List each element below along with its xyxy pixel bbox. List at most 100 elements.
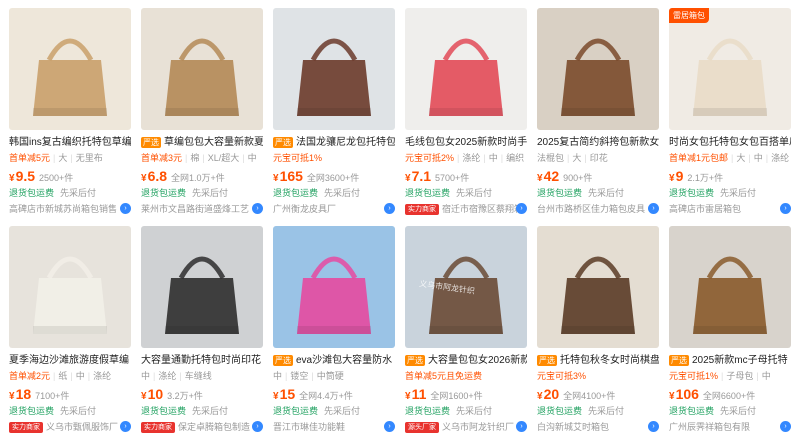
shop-name[interactable]: 台州市路桥区佳力箱包皮具 ›	[537, 203, 659, 215]
chevron-right-icon[interactable]: ›	[516, 421, 527, 432]
product-card[interactable]: 夏季海边沙滩旅游度假草编 首单减2元 | 纸 | 中 | 涤纶 ¥18 7100+件 退货包…	[9, 226, 131, 433]
sold-count: 全网4100+件	[563, 391, 616, 401]
chevron-right-icon[interactable]: ›	[252, 203, 263, 214]
chevron-right-icon[interactable]: ›	[120, 203, 131, 214]
product-attributes: 中 | 镂空 | 中筒硬	[273, 370, 395, 382]
product-card[interactable]: 严选 eva沙滩包大容量防水 中 | 镂空 | 中筒硬 ¥15 全网4.4万+件 退货包…	[273, 226, 395, 433]
product-image[interactable]	[141, 226, 263, 348]
pay-later-tag: 先采后付	[60, 406, 97, 416]
price: ¥9.5	[9, 168, 36, 184]
price: ¥10	[141, 386, 164, 402]
product-image[interactable]	[273, 226, 395, 348]
product-image[interactable]	[9, 226, 131, 348]
attribute: 涤纶	[93, 371, 112, 381]
product-image[interactable]	[9, 8, 131, 130]
product-image[interactable]	[141, 8, 263, 130]
price: ¥15	[273, 386, 296, 402]
product-title[interactable]: 严选 eva沙滩包大容量防水	[273, 354, 395, 367]
product-card[interactable]: 大容量通勤托特包时尚印花 中 | 涤纶 | 车缝线 ¥10 3.2万+件 退货包运费 先…	[141, 226, 263, 433]
price: ¥106	[669, 386, 699, 402]
product-card[interactable]: 严选 2025新款mc子母托特 元宝可抵1% | 子母包 | 中 ¥106 全网6600…	[669, 226, 791, 433]
attribute: 无里布	[75, 153, 103, 163]
divider: |	[179, 371, 182, 381]
pay-later-tag: 先采后付	[588, 188, 625, 198]
product-card[interactable]: 严选 法国龙骧尼龙包托特包 元宝可抵1% ¥165 全网3600+件 退货包运费…	[273, 8, 395, 215]
product-title[interactable]: 严选 法国龙骧尼龙包托特包	[273, 136, 395, 149]
divider: |	[242, 153, 245, 163]
product-title[interactable]: 严选 托特包秋冬女时尚棋盘	[537, 354, 659, 367]
product-card[interactable]: 毛线包包女2025新款时尚手 元宝可抵2% | 涤纶 | 中 | 编织 ¥7.1 5700+…	[405, 8, 527, 215]
product-image[interactable]: 义乌市阿龙针织	[405, 226, 527, 348]
sold-count: 全网6600+件	[702, 391, 756, 401]
product-title[interactable]: 大容量通勤托特包时尚印花	[141, 354, 263, 367]
sold-count: 900+件	[563, 173, 593, 183]
product-title[interactable]: 严选 大容量包包女2026新款	[405, 354, 527, 367]
product-title[interactable]: 毛线包包女2025新款时尚手	[405, 136, 527, 149]
return-shipping-tag: 退货包运费	[9, 406, 55, 416]
chevron-right-icon[interactable]: ›	[252, 421, 263, 432]
product-title-text: 大容量包包女2026新款	[428, 355, 527, 366]
attribute: 首单减3元	[141, 153, 183, 163]
shop-name[interactable]: 广州衡龙皮具厂 ›	[273, 203, 395, 215]
product-card[interactable]: 严选 托特包秋冬女时尚棋盘 元宝可抵3% ¥20 全网4100+件 退货包运费 …	[537, 226, 659, 433]
attribute: 大	[58, 153, 68, 163]
product-card[interactable]: 义乌市阿龙针织 严选 大容量包包女2026新款 首单减5元且免运费 ¥11 全网…	[405, 226, 527, 433]
attribute: 中	[273, 371, 283, 381]
shop-name[interactable]: 晋江市琳佳功能鞋 ›	[273, 421, 395, 433]
shop-name[interactable]: 高碑店市雷居箱包 ›	[669, 203, 791, 215]
chevron-right-icon[interactable]: ›	[384, 203, 395, 214]
product-card[interactable]: 严选 草编包包大容量新款夏 首单减3元 | 棉 | XL/超大 | 中 ¥6.8 全网1.0…	[141, 8, 263, 215]
product-title[interactable]: 严选 草编包包大容量新款夏	[141, 136, 263, 149]
product-image[interactable]: 雷居箱包	[669, 8, 791, 130]
product-title[interactable]: 严选 2025新款mc子母托特	[669, 354, 791, 367]
product-image[interactable]	[405, 8, 527, 130]
product-title[interactable]: 韩国ins复古编织托特包草编	[9, 136, 131, 149]
merchant-tag: 实力商家	[405, 203, 439, 215]
return-shipping-tag: 退货包运费	[141, 406, 187, 416]
select-badge: 严选	[405, 355, 425, 366]
shop-text: 义乌市阿龙针织厂	[442, 422, 515, 432]
shop-name[interactable]: 莱州市文昌路街道盛烽工艺 ›	[141, 203, 263, 215]
product-attributes: 首单减2元 | 纸 | 中 | 涤纶	[9, 370, 131, 382]
product-title[interactable]: 时尚女包托特包女包百搭单肩	[669, 136, 791, 149]
shop-name[interactable]: 白沟新城艾时箱包 ›	[537, 421, 659, 433]
shop-name[interactable]: 实力商家 保定卓腾箱包制造 ›	[141, 421, 263, 433]
return-shipping-tag: 退货包运费	[9, 188, 55, 198]
service-tags: 退货包运费 先采后付	[537, 187, 659, 199]
shop-name[interactable]: 高碑店市新城苏尚箱包销售 ›	[9, 203, 131, 215]
price-row: ¥9.5 2500+件	[9, 168, 131, 184]
product-image[interactable]	[669, 226, 791, 348]
chevron-right-icon[interactable]: ›	[648, 203, 659, 214]
product-image[interactable]	[273, 8, 395, 130]
product-image[interactable]	[537, 8, 659, 130]
chevron-right-icon[interactable]: ›	[516, 203, 527, 214]
return-shipping-tag: 退货包运费	[141, 188, 187, 198]
price: ¥20	[537, 386, 560, 402]
chevron-right-icon[interactable]: ›	[648, 421, 659, 432]
shop-name[interactable]: 源头厂家 义乌市阿龙针织厂 ›	[405, 421, 527, 433]
chevron-right-icon[interactable]: ›	[780, 421, 791, 432]
divider: |	[567, 153, 570, 163]
product-attributes: 中 | 涤纶 | 车缝线	[141, 370, 263, 382]
shop-name[interactable]: 实力商家 宿迁市宿豫区蔡翔箱 ›	[405, 203, 527, 215]
product-title[interactable]: 2025复古简约斜挎包新款女	[537, 136, 659, 149]
service-tags: 退货包运费 先采后付	[669, 405, 791, 417]
chevron-right-icon[interactable]: ›	[120, 421, 131, 432]
attribute: 涤纶	[462, 153, 481, 163]
product-card[interactable]: 韩国ins复古编织托特包草编 首单减5元 | 大 | 无里布 ¥9.5 2500+件 退…	[9, 8, 131, 215]
return-shipping-tag: 退货包运费	[273, 188, 319, 198]
product-title[interactable]: 夏季海边沙滩旅游度假草编	[9, 354, 131, 367]
price: ¥6.8	[141, 168, 168, 184]
shop-name[interactable]: 广州辰霁祥箱包有限 ›	[669, 421, 791, 433]
product-image[interactable]	[537, 226, 659, 348]
chevron-right-icon[interactable]: ›	[780, 203, 791, 214]
chevron-right-icon[interactable]: ›	[384, 421, 395, 432]
product-card[interactable]: 2025复古简约斜挎包新款女 法棍包 | 大 | 印花 ¥42 900+件 退货包运费 …	[537, 8, 659, 215]
product-card[interactable]: 雷居箱包 时尚女包托特包女包百搭单肩 首单减1元包邮 | 大 | 中 | 涤纶 ¥9 2.1…	[669, 8, 791, 215]
shop-text: 保定卓腾箱包制造	[178, 422, 251, 432]
product-attributes: 元宝可抵1% | 子母包 | 中	[669, 370, 791, 382]
product-title-text: 草编包包大容量新款夏	[164, 137, 263, 148]
sold-count: 2500+件	[39, 173, 74, 183]
attribute: 中	[753, 153, 763, 163]
shop-name[interactable]: 实力商家 义乌市甄佩服饰厂 ›	[9, 421, 131, 433]
